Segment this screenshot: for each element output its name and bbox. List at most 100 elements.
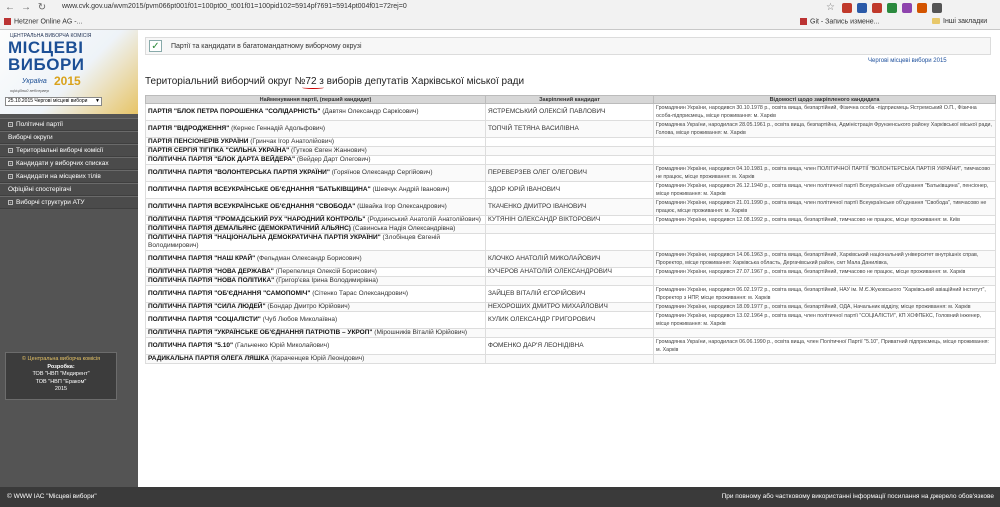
party-name: ПОЛІТИЧНА ПАРТІЯ "НАШ КРАЙ" [148,255,256,262]
party-name: ПОЛІТИЧНА ПАРТІЯ "НОВА ПОЛІТИКА" [148,277,275,284]
sidebar-menu-item[interactable]: Виборчі округи [0,131,138,144]
browser-chrome: ← → ↻ www.cvk.gov.ua/wvm2015/pvm066pt001… [0,0,1000,30]
sidebar-menu-item[interactable]: Офіційні спостерігачі [0,183,138,196]
table-header-row: Найменування партії, (перший кандидат) З… [145,95,996,104]
first-candidate: (Гутков Євген Жаннович) [291,147,367,154]
sidebar-menu-item[interactable]: + Кандидати у виборчих списках [0,157,138,170]
first-candidate: (Горяїнов Олександр Сергійович) [331,169,433,176]
party-name: ПОЛІТИЧНА ПАРТІЯ "ГРОМАДСЬКИЙ РУХ "НАРОД… [148,216,366,223]
sidebar-menu-item[interactable]: + Виборчі структури АТУ [0,196,138,209]
table-row: ПАРТІЯ СЕРГІЯ ТІГІПКА "СИЛЬНА УКРАЇНА" (… [145,146,996,156]
party-name: ПОЛІТИЧНА ПАРТІЯ "5.10" [148,342,234,349]
extension-icon[interactable] [857,3,867,13]
column-header-party: Найменування партії, (перший кандидат) [145,95,486,104]
back-icon[interactable]: ← [4,2,16,14]
site-favicon-icon [4,18,11,25]
table-row: ПОЛІТИЧНА ПАРТІЯ "ОБ'ЄДНАННЯ "САМОПОМІЧ"… [145,285,996,303]
extension-icon[interactable] [917,3,927,13]
sidebar-menu-item[interactable]: + Територіальні виборчі комісії [0,144,138,157]
table-row: ПОЛІТИЧНА ПАРТІЯ ВСЕУКРАЇНСЬКЕ ОБ'ЄДНАНН… [145,198,996,216]
sidebar-menu-item[interactable]: + Політичні партії [0,118,138,131]
sidebar: ЦЕНТРАЛЬНА ВИБОРЧА КОМІСІЯ МІСЦЕВІ ВИБОР… [0,30,138,487]
candidate-info: Громадянка України, народилася 28.05.196… [653,120,996,138]
column-header-info: Відомості щодо закріпленого кандидата [653,95,996,104]
credits-year: 2015 [54,386,68,392]
table-row: РАДИКАЛЬНА ПАРТІЯ ОЛЕГА ЛЯШКА (Караченце… [145,354,996,364]
bookmark-git[interactable]: Git - Запись измене... [800,18,880,25]
first-candidate: (Чуб Любов Миколаївна) [262,316,338,323]
expand-icon[interactable]: + [8,147,13,153]
candidate-info: Громадянин України, народився 27.07.1967… [653,267,996,277]
section-header: ✓ Партії та кандидати в багатомандатному… [145,37,991,55]
sidebar-menu-item[interactable]: + Кандидати на місцевих тілів [0,170,138,183]
forward-icon[interactable]: → [20,2,32,14]
table-row: ПОЛІТИЧНА ПАРТІЯ "УКРАЇНСЬКЕ ОБ'ЄДНАННЯ … [145,328,996,338]
checkmark-icon: ✓ [149,40,162,52]
election-select[interactable]: 25.10.2015 Чергові місцеві вибори ▼ [5,97,102,106]
first-candidate: (Савинська Надія Олександрівна) [352,225,456,232]
sidebar-menu-label: Офіційні спостерігачі [8,186,72,193]
first-candidate: (Сітенко Тарас Олександрович) [312,290,409,297]
table-row: ПОЛІТИЧНА ПАРТІЯ "ВОЛОНТЕРСЬКА ПАРТІЯ УК… [145,164,996,182]
other-bookmarks[interactable]: Інші закладки [932,18,987,25]
sidebar-menu-label: Територіальні виборчі комісії [16,147,104,154]
table-row: ПОЛІТИЧНА ПАРТІЯ "НОВА ДЕРЖАВА" (Перепел… [145,267,996,277]
first-candidate: (Шевчук Андрій Іванович) [372,186,450,193]
candidate-info: Громадянин України, народився 21.01.1990… [653,198,996,216]
address-bar[interactable]: www.cvk.gov.ua/wvm2015/pvm066pt001f01=10… [62,3,407,10]
extension-icon[interactable] [932,3,942,13]
candidate-info: Громадянин України, народився 04.10.1981… [653,164,996,182]
party-name: ПОЛІТИЧНА ПАРТІЯ "ОБ'ЄДНАННЯ "САМОПОМІЧ" [148,290,311,297]
bookmark-star-icon[interactable]: ☆ [826,2,835,13]
page-title: Територіальний виборчий округ №72 з вибо… [145,76,525,87]
party-cell: ПОЛІТИЧНА ПАРТІЯ ВСЕУКРАЇНСЬКЕ ОБ'ЄДНАНН… [145,198,486,216]
assigned-candidate: КУЛИК ОЛЕКСАНДР ГРИГОРОВИЧ [485,311,654,329]
candidate-info [653,328,996,338]
assigned-candidate [485,224,654,234]
candidate-info [653,146,996,156]
extension-icon[interactable] [902,3,912,13]
party-cell: ПОЛІТИЧНА ПАРТІЯ "5.10" (Гальченко Юрій … [145,337,486,355]
assigned-candidate [485,328,654,338]
footer-copyright: © WWW ІАС "Місцеві вибори" [7,493,97,500]
candidate-info: Громадянин України, народився 18.09.1977… [653,302,996,312]
party-cell: РАДИКАЛЬНА ПАРТІЯ ОЛЕГА ЛЯШКА (Караченце… [145,354,486,364]
expand-icon[interactable]: + [8,121,13,127]
party-cell: ПАРТІЯ СЕРГІЯ ТІГІПКА "СИЛЬНА УКРАЇНА" (… [145,146,486,156]
party-cell: ПОЛІТИЧНА ПАРТІЯ "СОЦІАЛІСТИ" (Чуб Любов… [145,311,486,329]
credits-line: © Центральна виборча комісія [6,356,116,364]
logo-site-text: офіційний вебсервер [10,88,49,93]
section-title: Партії та кандидати в багатомандатному в… [171,43,362,50]
party-cell: ПОЛІТИЧНА ПАРТІЯ "ВОЛОНТЕРСЬКА ПАРТІЯ УК… [145,164,486,182]
credits-box: © Центральна виборча комісія Розробка: Т… [5,352,117,400]
party-cell: ПОЛІТИЧНА ПАРТІЯ "ОБ'ЄДНАННЯ "САМОПОМІЧ"… [145,285,486,303]
extension-icon[interactable] [887,3,897,13]
table-row: ПАРТІЯ ПЕНСІОНЕРІВ УКРАЇНИ (Гринчак Ігор… [145,137,996,147]
bookmark-hetzner[interactable]: Hetzner Online AG -... [4,18,82,25]
credits-commission[interactable]: © Центральна виборча комісія [22,356,100,362]
candidate-info: Громадянка України, народилася 06.06.199… [653,337,996,355]
expand-icon[interactable]: + [8,173,13,179]
assigned-candidate [485,354,654,364]
extension-icon[interactable] [872,3,882,13]
chevron-down-icon: ▼ [95,98,100,104]
first-candidate: (Кернес Геннадій Адольфович) [231,125,326,132]
extension-icon[interactable] [842,3,852,13]
credits-developer-1: ТОВ "НВП "Медирент" [32,371,90,377]
first-candidate: (Гринчак Ігор Анатолійович) [250,138,335,145]
party-cell: ПОЛІТИЧНА ПАРТІЯ ВСЕУКРАЇНСЬКЕ ОБ'ЄДНАНН… [145,181,486,199]
party-cell: ПОЛІТИЧНА ПАРТІЯ "НАЦІОНАЛЬНА ДЕМОКРАТИЧ… [145,233,486,251]
election-link[interactable]: Чергові місцеві вибори 2015 [868,58,947,64]
site-logo[interactable]: ЦЕНТРАЛЬНА ВИБОРЧА КОМІСІЯ МІСЦЕВІ ВИБОР… [0,30,138,114]
first-candidate: (Бондар Дмитро Юрійович) [267,303,350,310]
expand-icon[interactable]: + [8,160,13,166]
candidate-info: Громадянин України, народився 14.06.1963… [653,250,996,268]
reload-icon[interactable]: ↻ [36,2,48,14]
party-cell: ПОЛІТИЧНА ПАРТІЯ "СИЛА ЛЮДЕЙ" (Бондар Дм… [145,302,486,312]
expand-icon[interactable]: + [8,199,13,205]
candidate-info [653,276,996,286]
table-row: ПАРТІЯ "БЛОК ПЕТРА ПОРОШЕНКА "СОЛІДАРНІС… [145,103,996,121]
assigned-candidate [485,137,654,147]
district-number-underline [302,86,324,89]
site-favicon-icon [800,18,807,25]
